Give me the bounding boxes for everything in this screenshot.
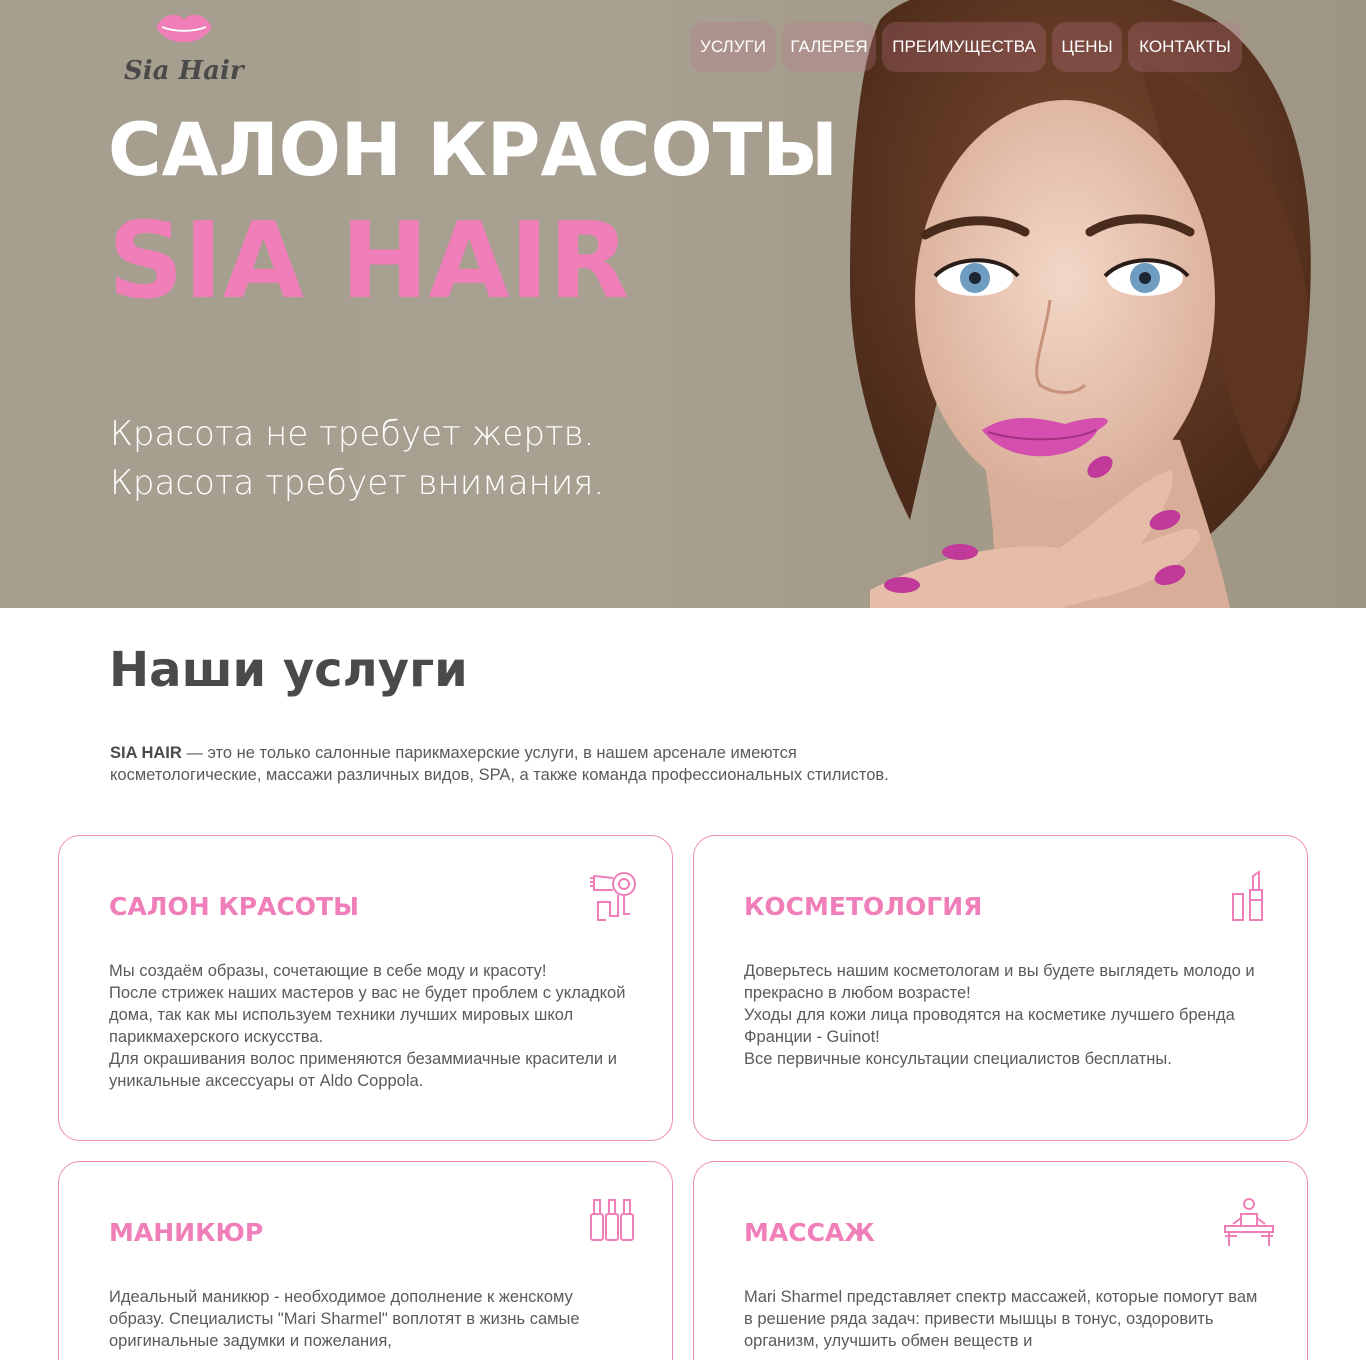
hero-brand-title: SIA HAIR [108, 200, 630, 322]
logo-text: Sia Hair [124, 56, 244, 86]
service-card-title: САЛОН КРАСОТЫ [109, 892, 359, 921]
hair-dryer-icon [590, 872, 636, 921]
service-card-salon: САЛОН КРАСОТЫ Мы создаём образы, сочетаю… [58, 835, 673, 1141]
service-card-text: Mari Sharmel представляет спектр массаже… [744, 1288, 1258, 1350]
service-card-manicure: МАНИКЮР Идеальный маникюр - необходимое … [58, 1161, 673, 1360]
services-title: Наши услуги [109, 642, 468, 698]
hero-tagline: Красота не требует жертв. Красота требуе… [110, 410, 604, 508]
lips-logo-icon [156, 14, 212, 43]
hero-section: Sia Hair УСЛУГИ ГАЛЕРЕЯ ПРЕИМУЩЕСТВА ЦЕН… [0, 0, 1366, 608]
service-card-massage: МАССАЖ Mari Sharmel представляет спектр … [693, 1161, 1308, 1360]
nav-item-advantages[interactable]: ПРЕИМУЩЕСТВА [882, 22, 1046, 72]
nav-item-gallery[interactable]: ГАЛЕРЕЯ [782, 22, 876, 72]
nav-item-prices[interactable]: ЦЕНЫ [1052, 22, 1122, 72]
nail-polish-icon [590, 1199, 634, 1241]
service-card-cosmetology: КОСМЕТОЛОГИЯ Доверьтесь нашим косметолог… [693, 835, 1308, 1141]
hero-tagline-line-1: Красота не требует жертв. [110, 414, 595, 454]
services-intro: SIA HAIR — это не только салонные парикм… [110, 742, 900, 786]
nav-item-services[interactable]: УСЛУГИ [690, 22, 776, 72]
hero-tagline-line-2: Красота требует внимания. [110, 463, 605, 503]
lipstick-icon [1232, 870, 1263, 921]
service-card-text: Доверьтесь нашим косметологам и вы будет… [744, 962, 1255, 1068]
services-intro-text: — это не только салонные парикмахерские … [110, 744, 889, 784]
model-portrait-image [850, 0, 1311, 608]
service-card-title: КОСМЕТОЛОГИЯ [744, 892, 983, 921]
services-intro-brand: SIA HAIR [110, 744, 182, 762]
hero-title: САЛОН КРАСОТЫ [108, 108, 838, 193]
service-card-title: МАССАЖ [744, 1218, 875, 1247]
service-card-text: Мы создаём образы, сочетающие в себе мод… [109, 962, 626, 1090]
nav-item-contacts[interactable]: КОНТАКТЫ [1128, 22, 1242, 72]
service-card-text: Идеальный маникюр - необходимое дополнен… [109, 1288, 580, 1350]
massage-icon [1224, 1198, 1274, 1246]
site-logo[interactable]: Sia Hair [118, 8, 258, 88]
service-card-title: МАНИКЮР [109, 1218, 264, 1247]
